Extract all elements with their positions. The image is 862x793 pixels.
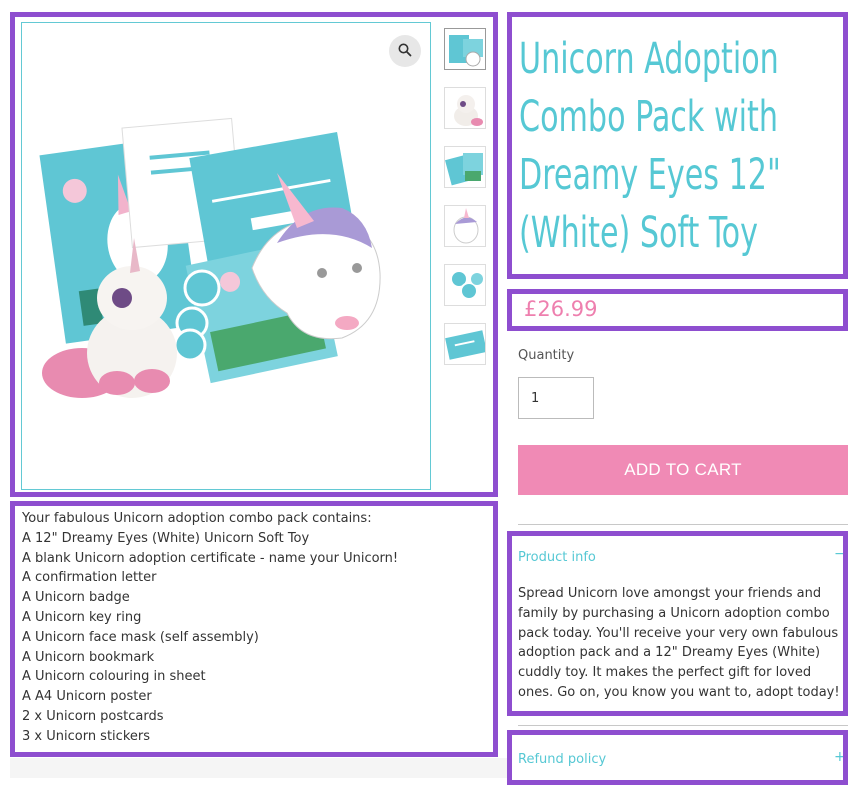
- footer-band: [10, 758, 507, 778]
- highlight-box-title: [507, 12, 848, 279]
- add-to-cart-button[interactable]: ADD TO CART: [518, 445, 848, 495]
- highlight-box-refund: [507, 730, 848, 785]
- highlight-box-price: [507, 289, 848, 331]
- divider: [518, 524, 848, 525]
- highlight-box-product-info: [507, 531, 848, 716]
- quantity-input[interactable]: [518, 377, 594, 419]
- highlight-box-description: [10, 501, 498, 757]
- quantity-label: Quantity: [518, 348, 575, 363]
- divider: [518, 725, 848, 726]
- highlight-box-gallery: [10, 12, 498, 497]
